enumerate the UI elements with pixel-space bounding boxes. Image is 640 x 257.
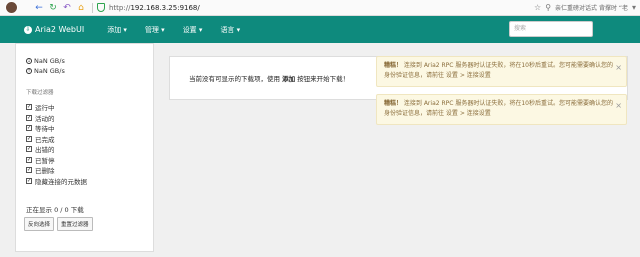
main-menu: 添加 ▾ 管理 ▾ 设置 ▾ 语言 ▾ xyxy=(98,25,249,35)
filter-label: 运行中 xyxy=(35,104,55,113)
filter-list: ✓ 运行中 ✓ 活动的 ✓ 等待中 ✓ 已完成 ✓ 出错的 ✓ 已暂停 ✓ 已删除 ✓ 隐藏连接… xyxy=(26,102,87,186)
download-speed: ↓ NaN GB/s xyxy=(26,57,65,65)
back-icon[interactable]: ← xyxy=(32,1,46,15)
avatar[interactable] xyxy=(5,1,18,14)
filter-waiting[interactable]: ✓ 等待中 xyxy=(26,123,87,134)
download-speed-icon: ↓ xyxy=(26,58,32,64)
sidebar: ↓ NaN GB/s ↑ NaN GB/s 下载过滤器 ✓ 运行中 ✓ 活动的 ✓ 等… xyxy=(15,43,154,252)
brand[interactable]: ⇩ Aria2 WebUI xyxy=(24,25,84,34)
shield-icon xyxy=(97,3,105,12)
filter-active[interactable]: ✓ 活动的 xyxy=(26,113,87,124)
app-navbar: ⇩ Aria2 WebUI 添加 ▾ 管理 ▾ 设置 ▾ 语言 ▾ 搜索 xyxy=(0,16,640,43)
filter-removed[interactable]: ✓ 已删除 xyxy=(26,165,87,176)
checkbox-icon[interactable]: ✓ xyxy=(26,167,32,174)
filter-running[interactable]: ✓ 运行中 xyxy=(26,102,87,113)
download-icon: ⇩ xyxy=(24,25,32,34)
brand-label: Aria2 WebUI xyxy=(35,25,85,34)
reload-icon[interactable]: ↻ xyxy=(46,1,60,15)
close-icon[interactable]: × xyxy=(615,63,622,73)
browser-toolbar: ← ↻ ↶ ⌂ http://192.168.3.25:9168/ ☆ ⚲ 亲仁… xyxy=(0,0,640,16)
filter-label: 已删除 xyxy=(35,167,55,176)
search-input[interactable]: 搜索 xyxy=(509,21,593,37)
divider xyxy=(92,2,93,13)
menu-add[interactable]: 添加 ▾ xyxy=(98,25,136,35)
filter-hide-metadata[interactable]: ✓ 隐藏连接的元数据 xyxy=(26,176,87,187)
alert-auth-failed: 糟糕！ 连接到 Aria2 RPC 服务器时认证失败，将在10秒后重试。您可能需… xyxy=(376,56,627,87)
alert-title: 糟糕！ xyxy=(384,62,403,69)
filter-label: 隐藏连接的元数据 xyxy=(35,177,87,186)
alert-auth-failed: 糟糕！ 连接到 Aria2 RPC 服务器时认证失败，将在10秒后重试。您可能需… xyxy=(376,94,627,125)
invert-selection-button[interactable]: 反向选择 xyxy=(24,217,55,231)
browser-right-tools: ☆ ⚲ 亲仁重磅对话式 背撑时 “老 ▾ xyxy=(534,3,636,12)
share-icon[interactable]: ☆ xyxy=(534,3,541,12)
empty-message: 当前没有可显示的下载项，使用 添加 按钮来开始下载！ xyxy=(189,73,349,83)
home-icon[interactable]: ⌂ xyxy=(74,1,88,15)
news-ticker[interactable]: 亲仁重磅对话式 背撑时 “老 xyxy=(555,3,628,12)
empty-add-word: 添加 xyxy=(282,75,296,83)
chevron-down-icon[interactable]: ▾ xyxy=(632,3,636,12)
checkbox-icon[interactable]: ✓ xyxy=(26,177,32,184)
checkbox-icon[interactable]: ✓ xyxy=(26,104,32,111)
empty-text: 当前没有可显示的下载项，使用 xyxy=(189,75,283,83)
filter-label: 已暂停 xyxy=(35,156,55,165)
empty-text: 按钮来开始下载！ xyxy=(295,75,350,83)
filter-label: 已完成 xyxy=(35,135,55,144)
undo-icon[interactable]: ↶ xyxy=(60,1,74,15)
alert-text: 连接到 Aria2 RPC 服务器时认证失败，将在10秒后重试。您可能需要确认您… xyxy=(384,62,613,79)
address-bar[interactable]: http://192.168.3.25:9168/ xyxy=(109,4,534,12)
filter-paused[interactable]: ✓ 已暂停 xyxy=(26,155,87,166)
checkbox-icon[interactable]: ✓ xyxy=(26,125,32,132)
search-icon[interactable]: ⚲ xyxy=(545,3,551,12)
checkbox-icon[interactable]: ✓ xyxy=(26,146,32,153)
filter-buttons: 反向选择 重置过滤器 xyxy=(24,217,93,231)
upload-speed: ↑ NaN GB/s xyxy=(26,67,65,75)
alert-text: 连接到 Aria2 RPC 服务器时认证失败，将在10秒后重试。您可能需要确认您… xyxy=(384,100,613,117)
menu-language[interactable]: 语言 ▾ xyxy=(211,25,249,35)
url-scheme: http:// xyxy=(109,3,131,12)
download-count: 正在显示 0 / 0 下载 xyxy=(26,206,84,214)
filter-label: 活动的 xyxy=(35,114,55,123)
menu-manage[interactable]: 管理 ▾ xyxy=(136,25,174,35)
upload-speed-value: NaN GB/s xyxy=(34,67,65,75)
upload-speed-icon: ↑ xyxy=(26,68,32,74)
filter-label: 等待中 xyxy=(35,125,55,134)
checkbox-icon[interactable]: ✓ xyxy=(26,156,32,163)
checkbox-icon[interactable]: ✓ xyxy=(26,135,32,142)
close-icon[interactable]: × xyxy=(615,101,622,111)
filter-label: 出错的 xyxy=(35,146,55,155)
alert-title: 糟糕！ xyxy=(384,100,403,107)
menu-settings[interactable]: 设置 ▾ xyxy=(174,25,212,35)
filter-title: 下载过滤器 xyxy=(26,90,54,96)
url-host: 192.168.3.25:9168/ xyxy=(130,3,200,12)
reset-filter-button[interactable]: 重置过滤器 xyxy=(57,217,93,231)
download-speed-value: NaN GB/s xyxy=(34,57,65,65)
filter-complete[interactable]: ✓ 已完成 xyxy=(26,134,87,145)
checkbox-icon[interactable]: ✓ xyxy=(26,114,32,121)
filter-error[interactable]: ✓ 出错的 xyxy=(26,144,87,155)
